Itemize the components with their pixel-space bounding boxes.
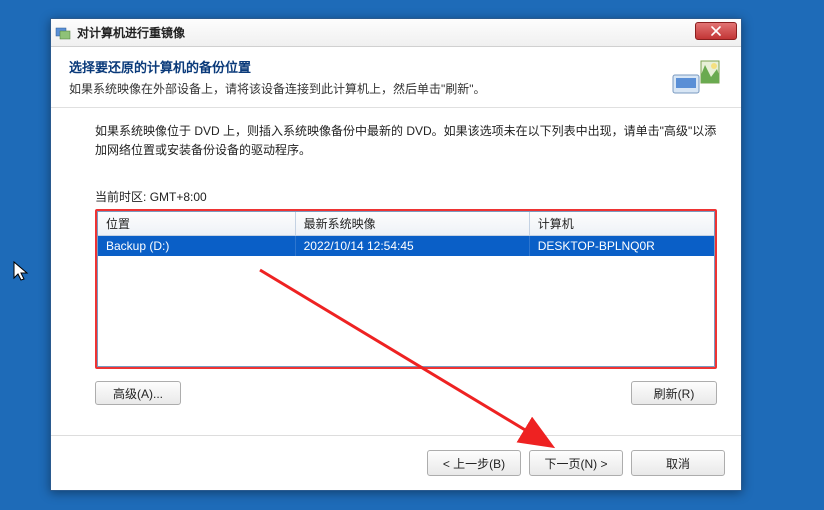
next-button[interactable]: 下一页(N) > xyxy=(529,450,623,476)
close-button[interactable] xyxy=(695,22,737,40)
column-computer[interactable]: 计算机 xyxy=(529,212,714,236)
header-subtitle: 如果系统映像在外部设备上，请将该设备连接到此计算机上，然后单击"刷新"。 xyxy=(69,80,661,98)
reimage-dialog: 对计算机进行重镜像 选择要还原的计算机的备份位置 如果系统映像在外部设备上，请将… xyxy=(50,18,742,491)
table-row[interactable]: Backup (D:) 2022/10/14 12:54:45 DESKTOP-… xyxy=(98,236,714,257)
cell-latest-image: 2022/10/14 12:54:45 xyxy=(295,236,529,257)
app-icon xyxy=(55,25,71,41)
window-title: 对计算机进行重镜像 xyxy=(77,24,185,41)
timezone-value: GMT+8:00 xyxy=(150,190,207,204)
body-area: 如果系统映像位于 DVD 上，则插入系统映像备份中最新的 DVD。如果该选项未在… xyxy=(51,108,741,435)
titlebar: 对计算机进行重镜像 xyxy=(51,19,741,47)
advanced-button[interactable]: 高级(A)... xyxy=(95,381,181,405)
column-location[interactable]: 位置 xyxy=(98,212,295,236)
header-area: 选择要还原的计算机的备份位置 如果系统映像在外部设备上，请将该设备连接到此计算机… xyxy=(51,47,741,108)
timezone-label-text: 当前时区: xyxy=(95,190,146,204)
cancel-button[interactable]: 取消 xyxy=(631,450,725,476)
back-button[interactable]: < 上一步(B) xyxy=(427,450,521,476)
close-icon xyxy=(711,26,721,36)
instruction-text: 如果系统映像位于 DVD 上，则插入系统映像备份中最新的 DVD。如果该选项未在… xyxy=(95,122,717,160)
cell-location: Backup (D:) xyxy=(98,236,295,257)
cell-computer: DESKTOP-BPLNQ0R xyxy=(529,236,714,257)
column-latest-image[interactable]: 最新系统映像 xyxy=(295,212,529,236)
header-title: 选择要还原的计算机的备份位置 xyxy=(69,57,661,76)
backup-wizard-icon xyxy=(671,57,723,99)
backup-table[interactable]: 位置 最新系统映像 计算机 Backup (D:) 2022/10/14 12:… xyxy=(97,211,715,367)
highlight-annotation: 位置 最新系统映像 计算机 Backup (D:) 2022/10/14 12:… xyxy=(95,209,717,369)
header-text: 选择要还原的计算机的备份位置 如果系统映像在外部设备上，请将该设备连接到此计算机… xyxy=(69,57,661,98)
cursor-icon xyxy=(12,260,32,284)
footer: < 上一步(B) 下一页(N) > 取消 xyxy=(51,435,741,490)
timezone-label: 当前时区: GMT+8:00 xyxy=(95,188,717,205)
refresh-button[interactable]: 刷新(R) xyxy=(631,381,717,405)
table-header-row: 位置 最新系统映像 计算机 xyxy=(98,212,714,236)
table-buttons-row: 高级(A)... 刷新(R) xyxy=(95,381,717,405)
